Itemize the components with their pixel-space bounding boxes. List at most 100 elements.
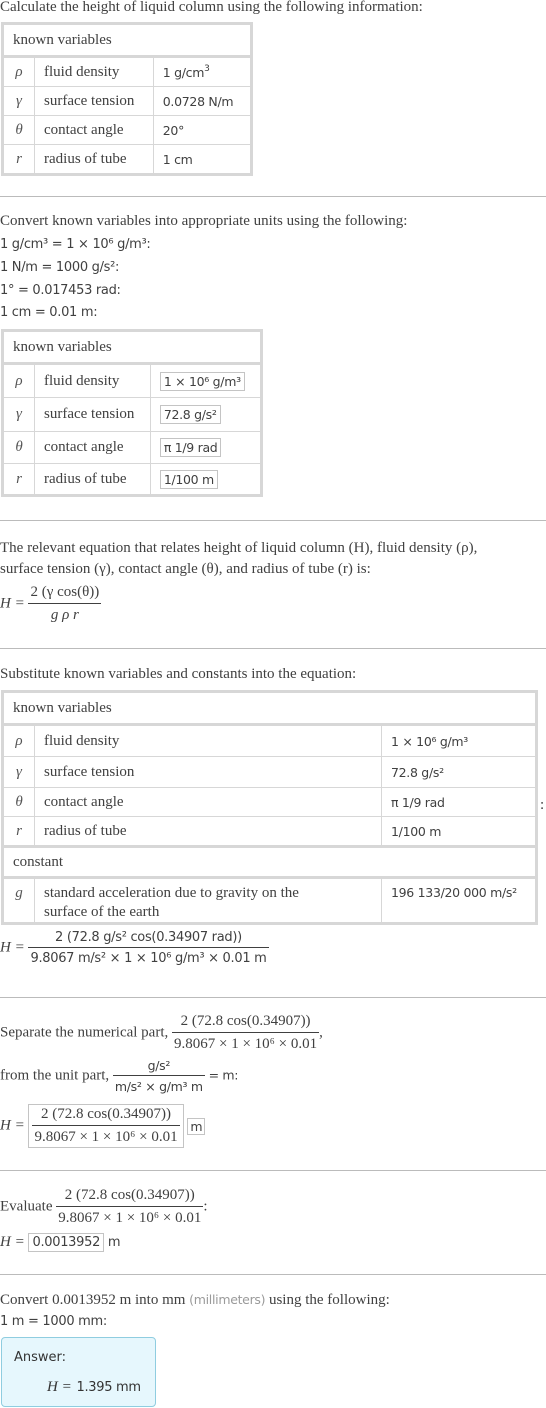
variable-name: surface tension — [34, 397, 151, 432]
variable-value: 1 cm — [152, 144, 253, 175]
value-exponent: 3 — [204, 63, 210, 74]
variable-value: 1/100 m — [381, 816, 537, 847]
symbol-gamma: γ — [2, 756, 35, 788]
table-row: γ surface tension 0.0728 N/m — [2, 86, 253, 116]
symbol-gamma: γ — [2, 397, 35, 432]
comma: , — [319, 1024, 323, 1041]
constant-value: 196 133/20 000 m/s² — [381, 876, 537, 924]
answer-value-line: H = 1.395 mm — [47, 1377, 141, 1396]
value-unit: m — [107, 1235, 121, 1250]
boxed-value: π 1/9 rad — [159, 438, 222, 457]
table-row: ρ fluid density 1 × 10⁶ g/m³ — [2, 723, 537, 757]
variable-name: contact angle — [34, 431, 151, 464]
substitution-table: known variables ρ fluid density 1 × 10⁶ … — [1, 690, 538, 925]
value-text: 1 g/cm — [162, 64, 205, 80]
divider — [0, 196, 546, 197]
variable-name: radius of tube — [34, 816, 382, 847]
symbol-r: r — [2, 816, 35, 847]
evaluate-fraction: 2 (72.8 cos(0.34907)) 9.8067 × 1 × 10⁶ ×… — [56, 1187, 204, 1227]
boxed-value: 1 × 10⁶ g/m³ — [159, 371, 245, 391]
divider — [0, 1170, 546, 1171]
fraction-numerator: 2 (72.8 cos(0.34907)) — [56, 1187, 204, 1207]
answer-lhs: H = — [47, 1379, 72, 1395]
variable-name: fluid density — [34, 362, 151, 398]
equation-intro-line2: surface tension (γ), contact angle (θ), … — [0, 561, 371, 577]
unit-result: = m: — [208, 1067, 239, 1083]
colon: : — [203, 1198, 208, 1215]
variable-value: π 1/9 rad — [149, 431, 263, 464]
variable-value: 1 × 10⁶ g/m³ — [381, 723, 537, 757]
fraction-denominator: 9.8067 × 1 × 10⁶ × 0.01 — [58, 1210, 202, 1226]
separated-equation: H = 2 (72.8 cos(0.34907)) 9.8067 × 1 × 1… — [0, 1104, 206, 1148]
symbol-r: r — [2, 463, 35, 496]
boxed-value: 1/100 m — [159, 469, 218, 489]
unit-description: (millimeters) — [189, 1292, 266, 1307]
separate-numerical-line: Separate the numerical part, 2 (72.8 cos… — [0, 1013, 323, 1053]
variable-name: surface tension — [34, 756, 382, 788]
numerical-fraction: 2 (72.8 cos(0.34907)) 9.8067 × 1 × 10⁶ ×… — [172, 1013, 320, 1053]
fraction-numerator: 2 (72.8 g/s² cos(0.34907 rad)) — [28, 930, 269, 948]
conversion-line: 1° = 0.017453 rad: — [0, 283, 121, 298]
unit-fraction: g/s² m/s² × g/m³ m — [112, 1058, 205, 1094]
variable-name: radius of tube — [34, 144, 154, 175]
equation-lhs: H = — [0, 939, 25, 956]
conversion-line: 1 g/cm³ = 1 × 10⁶ g/m³: — [0, 237, 151, 252]
symbol-rho: ρ — [2, 723, 35, 757]
constant-name-line1: standard acceleration due to gravity on … — [44, 885, 299, 901]
fraction-denominator: 9.8067 m/s² × 1 × 10⁶ g/m³ × 0.01 m — [30, 951, 267, 966]
equation-lhs: H = — [0, 595, 25, 612]
separate-unit-line: from the unit part, g/s² m/s² × g/m³ m =… — [0, 1058, 238, 1094]
table-row: γ surface tension 72.8 g/s² — [2, 397, 263, 432]
equation-intro-line1: The relevant equation that relates heigh… — [0, 540, 478, 556]
conversion-line: 1 cm = 0.01 m: — [0, 305, 98, 320]
equation-fraction: 2 (γ cos(θ)) g ρ r — [28, 584, 102, 624]
fraction-denominator: 9.8067 × 1 × 10⁶ × 0.01 — [34, 1129, 178, 1145]
constant-row: g standard acceleration due to gravity o… — [2, 876, 537, 924]
evaluate-text: Evaluate — [0, 1198, 53, 1215]
divider — [0, 520, 546, 521]
table-header: known variables — [2, 691, 537, 725]
answer-box: Answer: H = 1.395 mm — [1, 1337, 156, 1407]
unit-part-text: from the unit part, — [0, 1067, 110, 1084]
table-row: θ contact angle 20° — [2, 115, 253, 145]
fraction-denominator: m/s² × g/m³ m — [114, 1079, 203, 1094]
table-row: θ contact angle π 1/9 rad — [2, 431, 263, 464]
answer-value: 1.395 mm — [76, 1380, 142, 1395]
fraction-numerator: g/s² — [112, 1058, 205, 1076]
table-row: r radius of tube 1 cm — [2, 144, 253, 175]
table-colon: : — [540, 797, 545, 813]
fraction-denominator: g ρ r — [50, 607, 79, 623]
table-header: known variables — [2, 23, 252, 57]
variable-value: π 1/9 rad — [381, 787, 537, 817]
fraction-numerator: 2 (72.8 cos(0.34907)) — [32, 1106, 180, 1126]
variable-name: radius of tube — [34, 463, 151, 496]
divider — [0, 1274, 546, 1275]
intro-text: Calculate the height of liquid column us… — [0, 0, 423, 15]
known-variables-table-converted: known variables ρ fluid density 1 × 10⁶ … — [1, 329, 263, 497]
divider — [0, 648, 546, 649]
table-row: r radius of tube 1/100 m — [2, 463, 263, 496]
final-convert-line: Convert 0.0013952 m into mm (millimeters… — [0, 1292, 390, 1309]
evaluated-result: H = 0.0013952 m — [0, 1233, 121, 1252]
boxed-value: 0.0013952 — [28, 1233, 105, 1252]
convert-text: Convert known variables into appropriate… — [0, 213, 408, 229]
conversion-line: 1 N/m = 1000 g/s²: — [0, 260, 120, 275]
table-row: ρ fluid density 1 × 10⁶ g/m³ — [2, 362, 263, 398]
symbol-theta: θ — [2, 431, 35, 464]
table-row: r radius of tube 1/100 m — [2, 816, 537, 847]
variable-name: fluid density — [34, 723, 382, 757]
equation-lhs: H = — [0, 1234, 25, 1250]
conversion-rule: 1 m = 1000 mm: — [0, 1314, 107, 1329]
symbol-theta: θ — [2, 787, 35, 817]
variable-value: 72.8 g/s² — [381, 756, 537, 788]
variable-value: 1 g/cm3 — [152, 55, 253, 87]
boxed-unit: m — [187, 1117, 206, 1135]
variable-value: 0.0728 N/m — [152, 86, 253, 116]
evaluate-line: Evaluate 2 (72.8 cos(0.34907)) 9.8067 × … — [0, 1187, 208, 1227]
variable-value: 72.8 g/s² — [149, 397, 263, 432]
known-variables-table-original: known variables ρ fluid density 1 g/cm3 … — [1, 22, 253, 176]
variable-name: surface tension — [34, 86, 154, 116]
using-following-text: using the following: — [268, 1292, 390, 1308]
substituted-equation: H = 2 (72.8 g/s² cos(0.34907 rad)) 9.806… — [0, 930, 269, 966]
fraction-numerator: 2 (72.8 cos(0.34907)) — [172, 1013, 320, 1033]
